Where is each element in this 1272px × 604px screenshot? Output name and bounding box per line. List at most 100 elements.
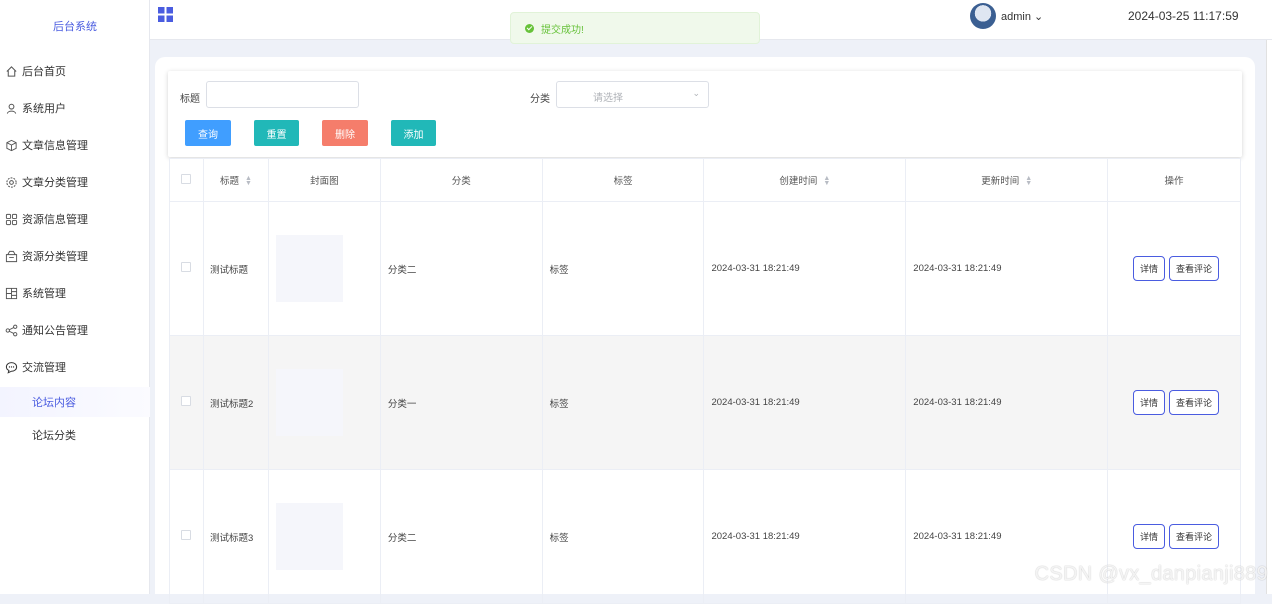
sidebar-subitem-forum-categories[interactable]: 论坛分类: [0, 420, 150, 450]
view-comments-button[interactable]: 查看评论: [1169, 256, 1220, 281]
sort-icon[interactable]: ▲ ▼: [1025, 175, 1032, 187]
sidebar-item-label: 系统管理: [22, 288, 66, 300]
row-select-cell[interactable]: [169, 335, 204, 470]
column-header-label: 创建时间: [779, 176, 818, 187]
chat-icon: [4, 360, 18, 374]
category-select[interactable]: 请选择 ⌄: [556, 81, 709, 108]
apps-grid-icon[interactable]: [158, 7, 174, 23]
chevron-down-icon: ⌄: [692, 88, 700, 98]
sidebar-item-label: 文章分类管理: [22, 177, 88, 189]
column-header-tag: 标签: [541, 158, 705, 202]
row-checkbox[interactable]: [181, 262, 192, 272]
cover-image: [275, 369, 343, 436]
sidebar-item-label: 资源信息管理: [22, 214, 88, 226]
column-header-label: 更新时间: [981, 176, 1020, 187]
datetime: 2024-03-25 11:17:59: [1128, 9, 1239, 23]
row-checkbox[interactable]: [181, 530, 192, 540]
column-header-label: 标题: [219, 176, 239, 187]
search-panel: 标题 分类 请选择 ⌄ 查询 重置 删除 添加: [168, 71, 1242, 157]
sidebar-title: 后台系统: [53, 21, 97, 33]
row-tag: 标签: [541, 335, 705, 470]
sort-icon[interactable]: ▲ ▼: [823, 175, 830, 187]
table-row: 测试标题 分类二 标签 2024-03-31 18:21:49 2024-03-…: [169, 201, 1241, 336]
row-updated: 2024-03-31 18:21:49: [905, 335, 1109, 470]
sidebar-item-notices[interactable]: 通知公告管理: [0, 315, 150, 345]
category-filter-label: 分类: [530, 94, 550, 105]
row-title: 测试标题: [202, 201, 269, 336]
sidebar-item-home[interactable]: 后台首页: [0, 56, 150, 86]
watermark: CSDN @vx_danpianji889: [1034, 563, 1268, 585]
sidebar: 后台系统 后台首页 系统用户 文章信息管理 文章分类管理 资源信息管理 资源分类: [0, 0, 150, 594]
select-all-cell[interactable]: [169, 158, 204, 202]
row-category: 分类二: [379, 201, 543, 336]
column-header-title[interactable]: 标题 ▲ ▼: [202, 158, 269, 202]
row-actions: 详情 查看评论: [1107, 335, 1241, 470]
user-name: admin: [1001, 11, 1031, 23]
avatar[interactable]: [970, 3, 996, 29]
sidebar-item-resource-categories[interactable]: 资源分类管理: [0, 241, 150, 271]
sidebar-subitem-label: 论坛分类: [32, 430, 76, 442]
sidebar-item-label: 文章信息管理: [22, 140, 88, 152]
row-title: 测试标题2: [202, 335, 269, 470]
row-cover-cell: [267, 469, 381, 604]
row-tag: 标签: [541, 201, 705, 336]
sort-icon[interactable]: ▲ ▼: [245, 175, 252, 187]
column-header-created[interactable]: 创建时间 ▲ ▼: [703, 158, 907, 202]
detail-button[interactable]: 详情: [1133, 524, 1166, 549]
row-cover-cell: [267, 335, 381, 470]
box-icon: [4, 138, 18, 152]
title-filter-label: 标题: [180, 94, 200, 105]
gear-icon: [4, 175, 18, 189]
sidebar-item-label: 交流管理: [22, 362, 66, 374]
toast-message: 提交成功!: [541, 24, 584, 36]
table-header-row: 标题 ▲ ▼ 封面图 分类 标签 创建时间 ▲ ▼ 更新时间 ▲ ▼ 操作: [169, 158, 1241, 202]
user-menu[interactable]: admin ⌄: [1001, 10, 1043, 23]
select-all-checkbox[interactable]: [181, 173, 192, 184]
sidebar-item-label: 后台首页: [22, 66, 66, 78]
chevron-down-icon: ⌄: [1030, 11, 1044, 23]
user-icon: [4, 101, 18, 115]
sidebar-item-articles[interactable]: 文章信息管理: [0, 130, 150, 160]
column-header-actions: 操作: [1107, 158, 1241, 202]
sidebar-item-article-categories[interactable]: 文章分类管理: [0, 167, 150, 197]
sidebar-subitem-label: 论坛内容: [32, 397, 76, 409]
row-created: 2024-03-31 18:21:49: [703, 335, 907, 470]
add-button[interactable]: 添加: [391, 120, 436, 146]
scrollbar[interactable]: [1266, 40, 1272, 594]
row-category: 分类二: [379, 469, 543, 604]
row-cover-cell: [267, 201, 381, 336]
sidebar-item-label: 资源分类管理: [22, 251, 88, 263]
success-toast: 提交成功!: [510, 12, 760, 44]
column-header-cover: 封面图: [267, 158, 381, 202]
sidebar-subitem-forum-content[interactable]: 论坛内容: [0, 387, 150, 417]
title-filter-input[interactable]: [206, 81, 359, 108]
view-comments-button[interactable]: 查看评论: [1169, 390, 1220, 415]
column-header-category: 分类: [379, 158, 543, 202]
row-category: 分类一: [379, 335, 543, 470]
category-select-placeholder: 请选择: [593, 93, 623, 104]
detail-button[interactable]: 详情: [1133, 256, 1166, 281]
row-title: 测试标题3: [202, 469, 269, 604]
reset-button[interactable]: 重置: [254, 120, 299, 146]
row-select-cell[interactable]: [169, 201, 204, 336]
check-circle-icon: [525, 23, 534, 33]
row-checkbox[interactable]: [181, 396, 192, 406]
row-created: 2024-03-31 18:21:49: [703, 469, 907, 604]
query-button[interactable]: 查询: [185, 120, 231, 146]
sidebar-item-users[interactable]: 系统用户: [0, 93, 150, 123]
detail-button[interactable]: 详情: [1133, 390, 1166, 415]
sidebar-item-system[interactable]: 系统管理: [0, 278, 150, 308]
table-row: 测试标题2 分类一 标签 2024-03-31 18:21:49 2024-03…: [169, 335, 1241, 470]
grid-icon: [4, 212, 18, 226]
cover-image: [275, 235, 343, 302]
delete-button[interactable]: 删除: [322, 120, 368, 146]
sidebar-item-label: 系统用户: [22, 103, 66, 115]
row-select-cell[interactable]: [169, 469, 204, 604]
column-header-updated[interactable]: 更新时间 ▲ ▼: [905, 158, 1109, 202]
sidebar-item-communication[interactable]: 交流管理: [0, 352, 150, 382]
row-tag: 标签: [541, 469, 705, 604]
row-created: 2024-03-31 18:21:49: [703, 201, 907, 336]
data-table: 标题 ▲ ▼ 封面图 分类 标签 创建时间 ▲ ▼ 更新时间 ▲ ▼ 操作 测试标题 分类二…: [169, 158, 1241, 604]
sidebar-item-resources[interactable]: 资源信息管理: [0, 204, 150, 234]
view-comments-button[interactable]: 查看评论: [1169, 524, 1220, 549]
